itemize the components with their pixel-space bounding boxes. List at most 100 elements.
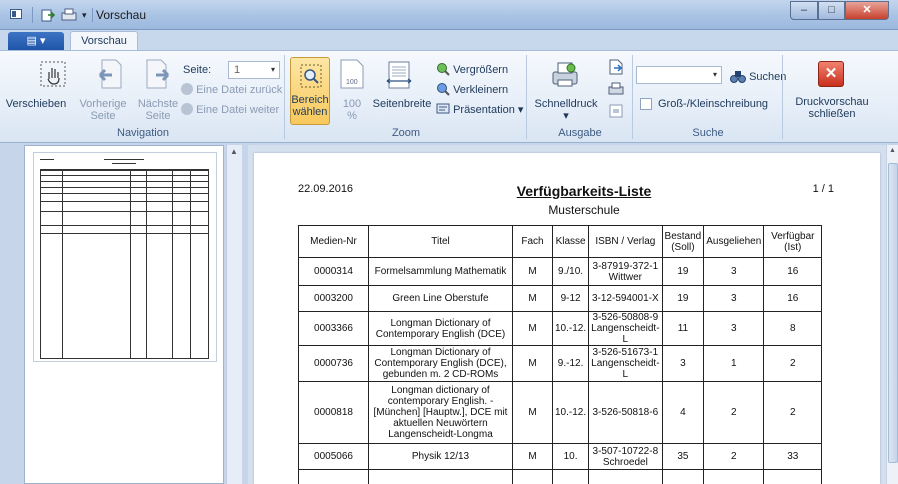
- cell: 16: [763, 285, 823, 312]
- cell: Green Line Oberstufe: [368, 285, 513, 312]
- zoom-in-button[interactable]: Vergrößern: [436, 62, 508, 76]
- preview-page: 22.09.2016 Verfügbarkeits-Liste Mustersc…: [254, 153, 880, 484]
- export-icon[interactable]: [40, 7, 56, 23]
- search-dropdown-icon: ▾: [712, 70, 717, 79]
- prev-page-button[interactable]: Vorherige Seite: [68, 98, 138, 122]
- cell: 0005066: [298, 443, 369, 470]
- cell: 11: [661, 311, 705, 346]
- maximize-button[interactable]: □: [818, 1, 845, 20]
- cell: 0000818: [298, 381, 369, 444]
- page-setup-icon[interactable]: [608, 103, 624, 119]
- group-separator: [782, 55, 783, 139]
- table-row-empty: [298, 469, 823, 484]
- next-file-label: Eine Datei weiter: [196, 104, 280, 116]
- cell: 2: [703, 381, 765, 444]
- page-width-button[interactable]: Seitenbreite: [372, 98, 432, 110]
- file-tab[interactable]: ▤ ▾: [8, 32, 64, 50]
- cell: Longman Dictionary of Contemporary Engli…: [368, 345, 513, 382]
- next-page-button[interactable]: Nächste Seite: [136, 98, 180, 122]
- thumbnail-scrollbar[interactable]: ▲: [226, 145, 242, 484]
- cell: 19: [661, 285, 705, 312]
- zoom-out-button[interactable]: Verkleinern: [436, 82, 508, 96]
- ribbon: Verschieben Vorherige Seite Nächste Seit…: [0, 50, 898, 143]
- col-verfuegbar: Verfügbar (Ist): [763, 225, 823, 258]
- cell: 3-12-594001-X: [588, 285, 663, 312]
- prev-file-button[interactable]: Eine Datei zurück: [181, 83, 282, 96]
- export-document-icon[interactable]: [608, 59, 624, 75]
- print-options-icon[interactable]: [608, 81, 624, 97]
- move-button[interactable]: Verschieben: [4, 98, 68, 110]
- col-klasse: Klasse: [551, 225, 590, 258]
- document-title: Verfügbarkeits-Liste: [516, 183, 652, 199]
- search-input[interactable]: ▾: [636, 66, 722, 84]
- table-row: 0005066 Physik 12/13 M 10. 3-507-10722-8…: [298, 443, 823, 470]
- availability-table: Medien-Nr Titel Fach Klasse ISBN / Verla…: [298, 225, 823, 484]
- cell: 3-87919-372-1 Wittwer: [588, 257, 663, 286]
- qat-customize-icon[interactable]: ▾: [82, 7, 92, 23]
- prev-file-icon: [181, 83, 193, 95]
- document-scrollbar[interactable]: ▲: [886, 145, 898, 484]
- col-titel: Titel: [368, 225, 513, 258]
- cell: 9.-12.: [551, 345, 590, 382]
- presentation-icon: [436, 103, 450, 114]
- close-preview-icon[interactable]: ✕: [818, 61, 844, 87]
- close-preview-label-1: Druckvorschau: [795, 96, 869, 108]
- page-counter: 1 / 1: [812, 183, 834, 195]
- thumbnail-pane[interactable]: [24, 145, 224, 484]
- cell: 33: [763, 443, 823, 470]
- page-dropdown-icon: ▾: [270, 65, 275, 74]
- presentation-label: Präsentation: [453, 104, 515, 116]
- close-window-button[interactable]: ✕: [845, 1, 889, 20]
- cell: 10.-12.: [551, 311, 590, 346]
- cell: 10.-12.: [551, 381, 590, 444]
- cell: 8: [763, 311, 823, 346]
- move-label: Verschieben: [5, 98, 67, 110]
- minimize-button[interactable]: –: [790, 1, 818, 20]
- next-file-button[interactable]: Eine Datei weiter: [181, 103, 279, 116]
- document-area[interactable]: 22.09.2016 Verfügbarkeits-Liste Mustersc…: [248, 145, 886, 484]
- page-thumbnail[interactable]: [33, 152, 217, 362]
- quick-print-dropdown-icon: ▾: [563, 110, 569, 122]
- col-isbn: ISBN / Verlag: [588, 225, 663, 258]
- cell: M: [512, 257, 553, 286]
- zoom-in-label: Vergrößern: [453, 64, 509, 76]
- zoom-100-button[interactable]: 100 %: [336, 98, 368, 122]
- case-sensitive-checkbox[interactable]: [640, 98, 652, 110]
- print-icon[interactable]: [60, 7, 78, 23]
- close-preview-button[interactable]: Druckvorschau schließen: [786, 96, 878, 120]
- search-button[interactable]: Suchen: [730, 68, 786, 84]
- zoom-100-icon: 100: [340, 59, 364, 89]
- col-medien-nr: Medien-Nr: [298, 225, 369, 258]
- zoom-in-icon: [437, 63, 450, 76]
- tab-vorschau[interactable]: Vorschau: [70, 31, 138, 51]
- select-area-icon: [300, 64, 322, 88]
- cell: 3: [703, 285, 765, 312]
- presentation-button[interactable]: Präsentation ▾: [436, 102, 523, 116]
- scrollbar-thumb[interactable]: [888, 163, 898, 463]
- scroll-up-icon[interactable]: ▲: [230, 147, 238, 156]
- group-separator: [284, 55, 285, 139]
- cell: 16: [763, 257, 823, 286]
- presentation-dropdown-icon: ▾: [517, 104, 524, 116]
- cell: 0000314: [298, 257, 369, 286]
- prev-page-label-1: Vorherige: [79, 98, 127, 110]
- scroll-up-icon[interactable]: ▲: [889, 147, 896, 154]
- quick-print-button[interactable]: Schnelldruck ▾: [534, 98, 598, 122]
- hand-pan-icon: [40, 61, 66, 87]
- table-row: 0003366 Longman Dictionary of Contempora…: [298, 311, 823, 346]
- window-title: Vorschau: [91, 8, 147, 22]
- cell: 9./10.: [551, 257, 590, 286]
- select-area-button[interactable]: Bereich wählen: [290, 57, 330, 125]
- cell: 35: [661, 443, 705, 470]
- table-row: 0000314 Formelsammlung Mathematik M 9./1…: [298, 257, 823, 286]
- quick-print-icon: [552, 62, 578, 87]
- app-icon[interactable]: [10, 9, 22, 19]
- cell: 3: [703, 257, 765, 286]
- page-label: Seite:: [183, 64, 212, 76]
- cell: 3-526-50808-9 Langenscheidt-L: [588, 311, 663, 346]
- page-number-input[interactable]: 1 ▾: [228, 61, 280, 79]
- ribbon-tabs: ▤ ▾ Vorschau: [0, 30, 898, 51]
- next-page-label-1: Nächste: [137, 98, 179, 110]
- qat-separator: [32, 7, 33, 23]
- document-subtitle: Musterschule: [548, 203, 620, 217]
